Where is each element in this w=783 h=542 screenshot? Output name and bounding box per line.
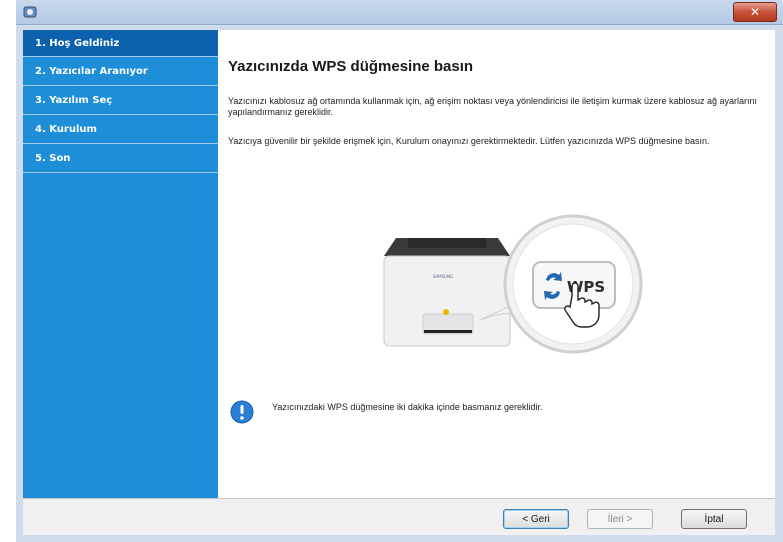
installer-window: ✕ 1. Hoş Geldiniz 2. Yazıcılar Aranıyor … [16,0,783,542]
next-button[interactable]: İleri > [587,509,653,529]
close-icon: ✕ [749,5,761,19]
cancel-button[interactable]: İptal [681,509,747,529]
button-bar: < Geri İleri > İptal [23,498,775,535]
page-title: Yazıcınızda WPS düğmesine basın [228,58,474,75]
instruction-paragraph-1: Yazıcınızı kablosuz ağ ortamında kullanm… [228,96,758,117]
steps-sidebar: 1. Hoş Geldiniz 2. Yazıcılar Aranıyor 3.… [23,30,218,498]
back-button[interactable]: < Geri [503,509,569,529]
sidebar-item-installation: 4. Kurulum [23,115,218,144]
printer-icon: SAMSUNG [383,238,511,347]
printer-brand: SAMSUNG [433,274,453,279]
info-message: Yazıcınızdaki WPS düğmesine iki dakika i… [272,402,543,412]
close-button[interactable]: ✕ [733,2,777,22]
main-panel: Yazıcınızda WPS düğmesine basın Yazıcını… [218,30,775,498]
sidebar-item-finish: 5. Son [23,144,218,173]
printer-illustration: SAMSUNG WPS [383,214,643,354]
sidebar-item-welcome: 1. Hoş Geldiniz [23,30,218,57]
sidebar-item-searching-printers: 2. Yazıcılar Aranıyor [23,57,218,86]
sidebar-item-select-software: 3. Yazılım Seç [23,86,218,115]
app-icon [23,6,37,18]
instruction-paragraph-2: Yazıcıya güvenilir bir şekilde erişmek i… [228,136,710,146]
info-icon [230,400,254,424]
title-bar: ✕ [16,0,783,25]
